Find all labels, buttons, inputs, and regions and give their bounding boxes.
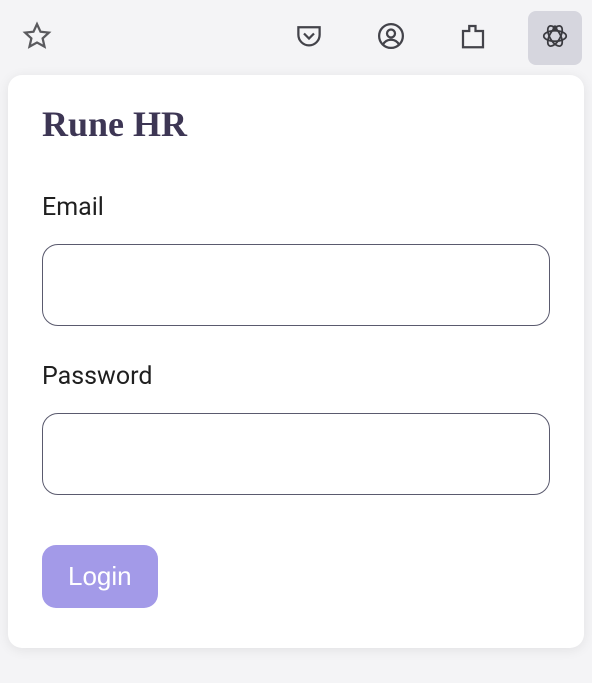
account-button[interactable] (364, 11, 418, 65)
app-title: Rune HR (42, 103, 550, 145)
bookmark-star-button[interactable] (10, 11, 64, 65)
password-field[interactable] (42, 413, 550, 495)
login-card: Rune HR Email Password Login (8, 75, 584, 648)
email-field[interactable] (42, 244, 550, 326)
browser-toolbar (0, 0, 592, 75)
pocket-button[interactable] (282, 11, 336, 65)
login-button[interactable]: Login (42, 545, 158, 608)
account-icon (376, 21, 406, 55)
redux-devtools-icon (540, 21, 570, 55)
redux-devtools-button[interactable] (528, 11, 582, 65)
pocket-icon (294, 21, 324, 55)
password-label: Password (42, 362, 550, 391)
extensions-icon (458, 21, 488, 55)
toolbar-left (10, 11, 64, 65)
email-group: Email (42, 193, 550, 326)
password-group: Password (42, 362, 550, 495)
extensions-button[interactable] (446, 11, 500, 65)
email-label: Email (42, 193, 550, 222)
star-icon (22, 21, 52, 55)
toolbar-right (282, 11, 582, 65)
